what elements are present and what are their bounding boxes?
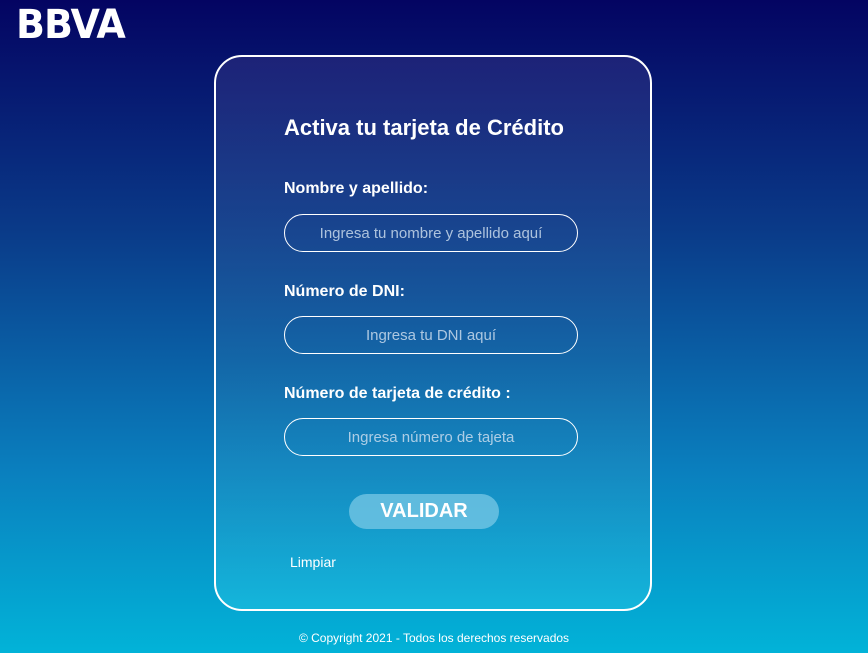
bbva-logo: BBVA — [16, 2, 126, 48]
card-number-label: Número de tarjeta de crédito : — [284, 385, 511, 402]
footer-copyright: © Copyright 2021 - Todos los derechos re… — [298, 631, 570, 645]
form-title: Activa tu tarjeta de Crédito — [284, 115, 564, 140]
activation-form-card: Activa tu tarjeta de Crédito Nombre y ap… — [214, 55, 652, 611]
card-number-input[interactable] — [284, 418, 578, 456]
dni-label: Número de DNI: — [284, 283, 405, 300]
name-label: Nombre y apellido: — [284, 180, 429, 197]
name-input[interactable] — [284, 214, 578, 252]
validate-button[interactable]: VALIDAR — [349, 494, 499, 529]
dni-input[interactable] — [284, 316, 578, 354]
clear-link[interactable]: Limpiar — [290, 554, 336, 570]
